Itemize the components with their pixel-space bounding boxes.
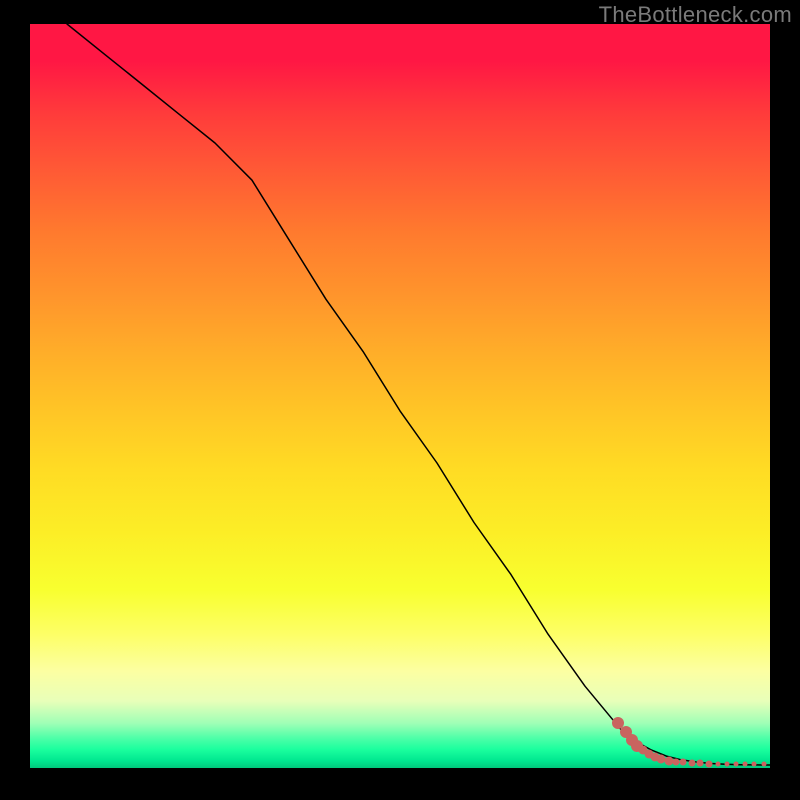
marker-layer [30,24,770,768]
plot-area [30,24,770,768]
marker-dot [706,760,713,767]
marker-dot [733,762,738,767]
marker-dot [688,759,695,766]
marker-dot [716,761,721,766]
watermark-text: TheBottleneck.com [599,2,792,28]
marker-dot [680,759,687,766]
marker-dot [697,760,704,767]
marker-dot [742,762,747,767]
marker-dot [673,758,680,765]
marker-dot [751,762,756,767]
marker-dot [762,762,767,767]
marker-dot [725,762,730,767]
chart-frame: TheBottleneck.com [0,0,800,800]
